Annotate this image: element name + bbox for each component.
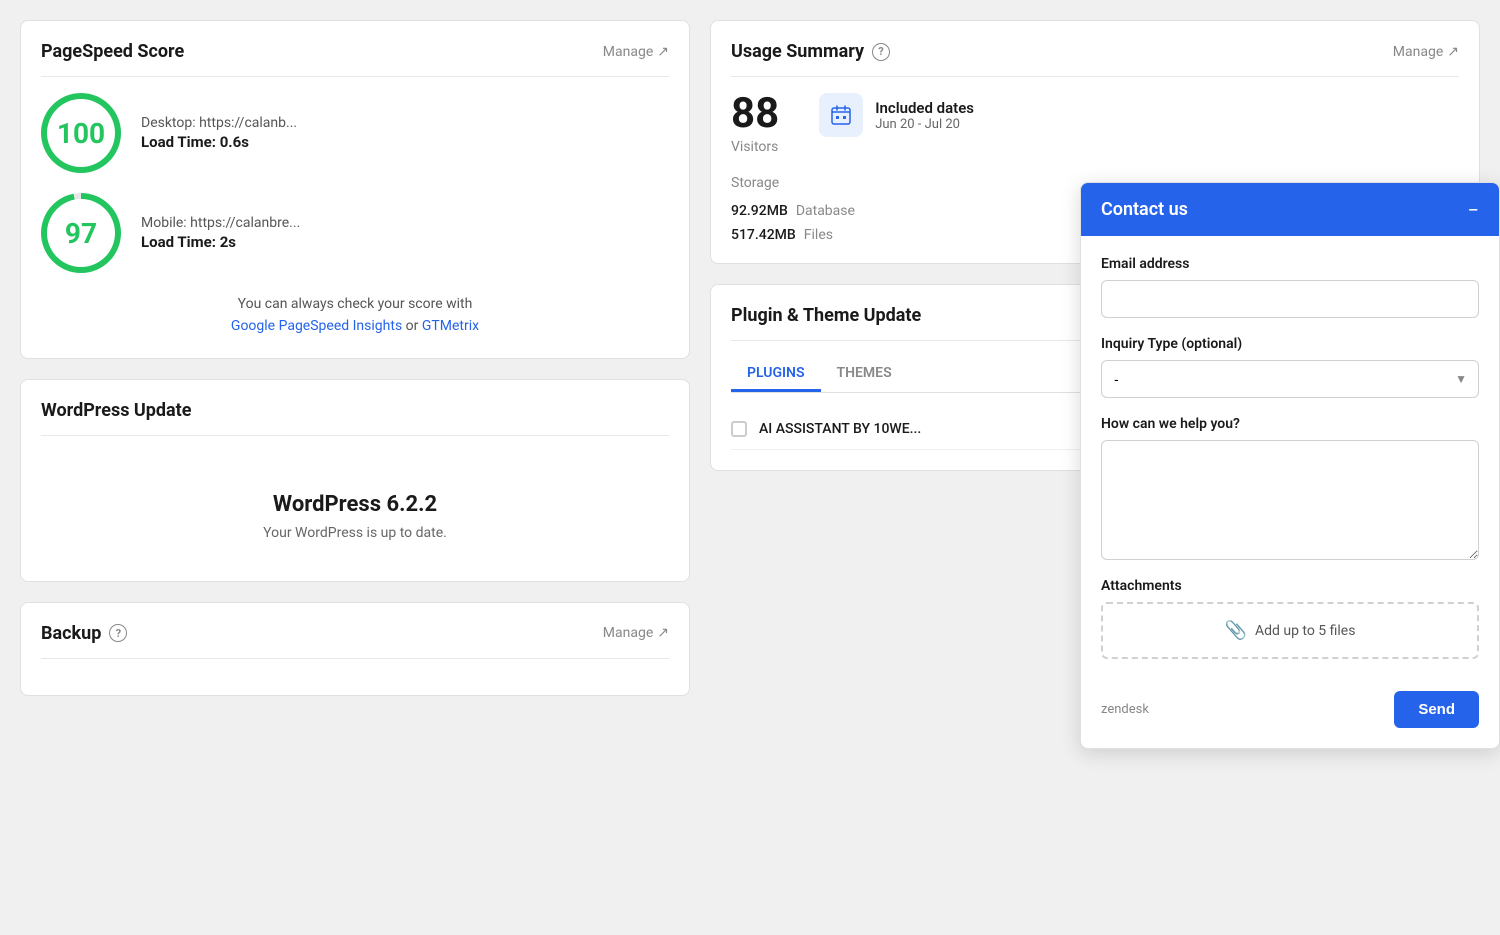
usage-header: Usage Summary ? Manage ↗ <box>731 41 1459 77</box>
visitors-label: Visitors <box>731 139 778 155</box>
zendesk-label: zendesk <box>1101 702 1149 717</box>
dates-block: Included dates Jun 20 - Jul 20 <box>819 93 974 137</box>
manage-arrow-icon: ↗ <box>657 44 669 60</box>
contact-title: Contact us <box>1101 199 1188 220</box>
dates-title: Included dates <box>875 99 974 117</box>
mobile-score-circle: 97 <box>41 193 121 273</box>
mobile-score-row: 97 Mobile: https://calanbre... Load Time… <box>41 193 669 273</box>
files-value: 517.42MB <box>731 227 796 243</box>
attachments-group: Attachments 📎 Add up to 5 files <box>1101 578 1479 659</box>
backup-help-icon[interactable]: ? <box>109 624 127 642</box>
database-value: 92.92MB <box>731 203 788 219</box>
inquiry-group: Inquiry Type (optional) - ▼ <box>1101 336 1479 398</box>
contact-panel: Contact us − Email address Inquiry Type … <box>1080 182 1500 749</box>
email-group: Email address <box>1101 256 1479 318</box>
inquiry-select-wrapper: - ▼ <box>1101 360 1479 398</box>
calendar-icon <box>819 93 863 137</box>
pagespeed-footer: You can always check your score with Goo… <box>41 293 669 338</box>
backup-manage-arrow-icon: ↗ <box>657 625 669 641</box>
wp-update-title: WordPress Update <box>41 400 191 421</box>
wp-status: Your WordPress is up to date. <box>263 525 447 541</box>
pagespeed-header: PageSpeed Score Manage ↗ <box>41 41 669 77</box>
plugin-checkbox[interactable] <box>731 421 747 437</box>
tab-plugins[interactable]: PLUGINS <box>731 357 821 392</box>
plugin-theme-title: Plugin & Theme Update <box>731 305 921 326</box>
contact-close-button[interactable]: − <box>1468 200 1479 220</box>
desktop-score-circle: 100 <box>41 93 121 173</box>
inquiry-label: Inquiry Type (optional) <box>1101 336 1479 352</box>
help-label: How can we help you? <box>1101 416 1479 432</box>
send-button[interactable]: Send <box>1394 691 1479 728</box>
pagespeed-manage-link[interactable]: Manage ↗ <box>603 44 669 60</box>
desktop-url: Desktop: https://calanb... <box>141 115 297 131</box>
backup-header: Backup ? Manage ↗ <box>41 623 669 659</box>
inquiry-select[interactable]: - <box>1101 360 1479 398</box>
usage-help-icon[interactable]: ? <box>872 43 890 61</box>
dates-text: Included dates Jun 20 - Jul 20 <box>875 99 974 132</box>
pagespeed-title: PageSpeed Score <box>41 41 184 62</box>
usage-title-group: Usage Summary ? <box>731 41 890 62</box>
mobile-score-info: Mobile: https://calanbre... Load Time: 2… <box>141 215 300 251</box>
mobile-url: Mobile: https://calanbre... <box>141 215 300 231</box>
contact-header: Contact us − <box>1081 183 1499 236</box>
pagespeed-insights-link[interactable]: Google PageSpeed Insights <box>231 318 402 334</box>
plugin-name: AI ASSISTANT BY 10WE... <box>759 421 921 437</box>
usage-stats: 88 Visitors Included date <box>731 93 1459 155</box>
usage-manage-arrow-icon: ↗ <box>1447 44 1459 60</box>
help-group: How can we help you? <box>1101 416 1479 560</box>
wp-update-card: WordPress Update WordPress 6.2.2 Your Wo… <box>20 379 690 582</box>
attachments-text: Add up to 5 files <box>1255 623 1356 639</box>
email-label: Email address <box>1101 256 1479 272</box>
help-textarea[interactable] <box>1101 440 1479 560</box>
backup-title: Backup ? <box>41 623 127 644</box>
desktop-score-info: Desktop: https://calanb... Load Time: 0.… <box>141 115 297 151</box>
pagespeed-card: PageSpeed Score Manage ↗ 100 Desktop: ht… <box>20 20 690 359</box>
usage-manage-link[interactable]: Manage ↗ <box>1393 44 1459 60</box>
wp-update-header: WordPress Update <box>41 400 669 436</box>
paperclip-icon: 📎 <box>1225 620 1247 641</box>
usage-title: Usage Summary <box>731 41 864 62</box>
wp-update-content: WordPress 6.2.2 Your WordPress is up to … <box>41 452 669 561</box>
visitors-block: 88 Visitors <box>731 93 779 155</box>
wp-version: WordPress 6.2.2 <box>273 492 437 517</box>
backup-manage-link[interactable]: Manage ↗ <box>603 625 669 641</box>
desktop-loadtime: Load Time: 0.6s <box>141 133 297 151</box>
attachments-label: Attachments <box>1101 578 1479 594</box>
files-label: Files <box>804 227 833 243</box>
gtmetrix-link[interactable]: GTMetrix <box>422 318 479 334</box>
tab-themes[interactable]: THEMES <box>821 357 908 392</box>
desktop-score-row: 100 Desktop: https://calanb... Load Time… <box>41 93 669 173</box>
dates-range: Jun 20 - Jul 20 <box>875 117 974 132</box>
visitors-count: 88 <box>731 93 779 135</box>
backup-card: Backup ? Manage ↗ <box>20 602 690 696</box>
contact-body: Email address Inquiry Type (optional) - … <box>1081 236 1499 679</box>
database-label: Database <box>796 203 855 219</box>
contact-footer: zendesk Send <box>1081 679 1499 748</box>
email-input[interactable] <box>1101 280 1479 318</box>
mobile-loadtime: Load Time: 2s <box>141 233 300 251</box>
attachments-box[interactable]: 📎 Add up to 5 files <box>1101 602 1479 659</box>
pagespeed-scores: 100 Desktop: https://calanb... Load Time… <box>41 93 669 273</box>
